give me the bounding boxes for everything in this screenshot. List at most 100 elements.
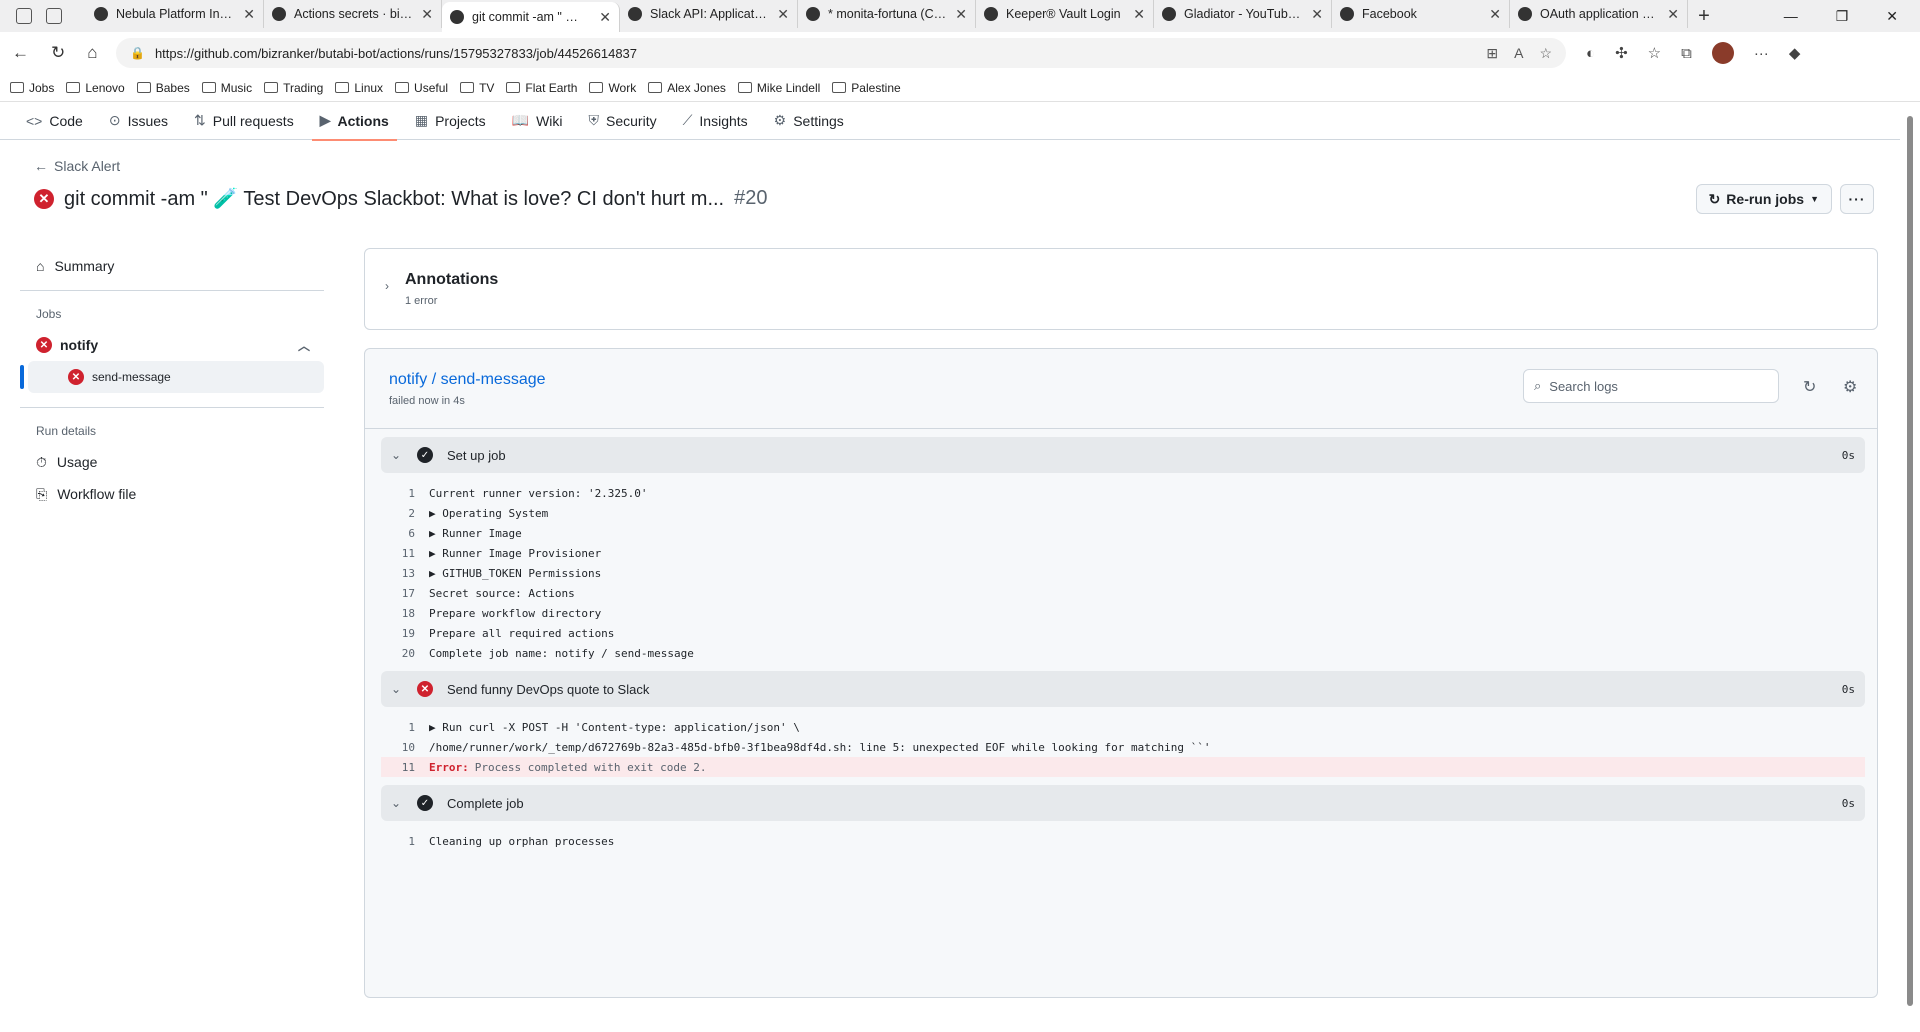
job-notify[interactable]: ✕ notify ︿ [20, 329, 324, 361]
chevron-down-icon[interactable]: ⌄ [391, 796, 403, 810]
browser-tab[interactable]: Slack API: Applications ✕ [620, 0, 798, 28]
more-actions-button[interactable]: ··· [1840, 184, 1874, 214]
line-number[interactable]: 19 [381, 627, 429, 640]
bookmark-folder[interactable]: Babes [136, 81, 190, 95]
line-number[interactable]: 10 [381, 741, 429, 754]
url-field[interactable]: 🔒 https://github.com/bizranker/butabi-bo… [116, 38, 1566, 68]
browser-tab[interactable]: Actions secrets · bizran ✕ [264, 0, 442, 28]
repo-tab-pull-requests[interactable]: ⇅ Pull requests [194, 102, 294, 140]
close-tab-icon[interactable]: ✕ [955, 6, 967, 23]
chevron-up-icon[interactable]: ︿ [298, 337, 310, 354]
repo-tab-security[interactable]: ⛨ Security [589, 102, 657, 140]
line-number[interactable]: 6 [381, 527, 429, 540]
workflow-file-link[interactable]: ⎘ Workflow file [20, 478, 324, 510]
rerun-jobs-button[interactable]: ↻ Re-run jobs ▼ [1695, 184, 1832, 214]
repo-tab-actions[interactable]: ▶ Actions [311, 102, 397, 141]
bookmark-folder[interactable]: Flat Earth [506, 81, 577, 95]
gear-icon[interactable]: ⚙ [1843, 377, 1857, 397]
line-number[interactable]: 20 [381, 647, 429, 660]
line-number[interactable]: 1 [381, 721, 429, 734]
browser-tab[interactable]: git commit -am " 🧪 T ✕ [442, 2, 620, 32]
tab-actions-icon[interactable] [46, 8, 62, 24]
log-step-header[interactable]: ⌄ ✓ Set up job 0s [381, 437, 1865, 473]
browser-tab[interactable]: Facebook ✕ [1332, 0, 1510, 28]
repo-tab-insights[interactable]: ⟋ Insights [683, 102, 748, 140]
usage-link[interactable]: ⏱ Usage [20, 446, 324, 478]
bookmark-folder[interactable]: Lenovo [66, 81, 125, 95]
workspaces-icon[interactable] [16, 8, 32, 24]
read-aloud-icon[interactable]: A [1514, 45, 1523, 62]
chevron-right-icon[interactable]: › [385, 279, 389, 293]
folder-icon [335, 82, 350, 93]
close-tab-icon[interactable]: ✕ [1667, 6, 1679, 23]
repo-tab-projects[interactable]: ▦ Projects [415, 102, 486, 140]
favorite-star-icon[interactable]: ☆ [1539, 45, 1552, 62]
back-icon[interactable]: ← [12, 43, 29, 63]
back-to-workflow-link[interactable]: ← Slack Alert [34, 158, 120, 174]
log-step-header[interactable]: ⌄ ✕ Send funny DevOps quote to Slack 0s [381, 671, 1865, 707]
line-number[interactable]: 13 [381, 567, 429, 580]
refresh-icon[interactable]: ↻ [51, 43, 65, 63]
arrow-left-icon: ← [34, 158, 48, 174]
line-number[interactable]: 11 [381, 547, 429, 560]
bookmark-folder[interactable]: Alex Jones [648, 81, 726, 95]
close-tab-icon[interactable]: ✕ [599, 9, 611, 26]
chevron-down-icon[interactable]: ⌄ [391, 448, 403, 462]
browser-tab[interactable]: * monita-fortuna (Cha ✕ [798, 0, 976, 28]
bookmark-folder[interactable]: TV [460, 81, 494, 95]
favorites-icon[interactable]: ☆ [1648, 44, 1661, 62]
restore-icon[interactable]: ❐ [1836, 8, 1849, 25]
repo-tab-wiki[interactable]: 📖 Wiki [512, 102, 563, 140]
browser-tab[interactable]: Keeper® Vault Login ✕ [976, 0, 1154, 28]
bookmark-folder[interactable]: Work [589, 81, 636, 95]
close-tab-icon[interactable]: ✕ [243, 6, 255, 23]
annotations-panel[interactable]: › Annotations 1 error [364, 248, 1878, 330]
copilot-icon[interactable]: ◆ [1789, 44, 1801, 62]
line-number[interactable]: 2 [381, 507, 429, 520]
more-menu-icon[interactable]: ··· [1754, 45, 1769, 62]
refresh-icon[interactable]: ↻ [1803, 377, 1816, 397]
repo-tab-issues[interactable]: ⊙ Issues [109, 102, 168, 140]
chevron-down-icon[interactable]: ⌄ [391, 682, 403, 696]
bookmark-folder[interactable]: Linux [335, 81, 383, 95]
log-step-header[interactable]: ⌄ ✓ Complete job 0s [381, 785, 1865, 821]
new-tab-button[interactable]: + [1688, 5, 1720, 28]
bookmark-folder[interactable]: Mike Lindell [737, 81, 820, 95]
profile-avatar[interactable] [1711, 42, 1734, 64]
folder-icon [264, 82, 279, 93]
extensions-puzzle-icon[interactable]: ✣ [1615, 44, 1628, 62]
close-tab-icon[interactable]: ✕ [1133, 6, 1145, 23]
bookmark-folder[interactable]: Trading [264, 81, 323, 95]
close-tab-icon[interactable]: ✕ [1311, 6, 1323, 23]
repo-tab-code[interactable]: <> Code [26, 102, 83, 140]
browser-tab[interactable]: Gladiator - YouTube T ✕ [1154, 0, 1332, 28]
bookmark-folder[interactable]: Music [201, 81, 252, 95]
browser-tab[interactable]: OAuth application aut ✕ [1510, 0, 1688, 28]
close-tab-icon[interactable]: ✕ [777, 6, 789, 23]
line-number[interactable]: 18 [381, 607, 429, 620]
app-available-icon[interactable]: ⊞ [1486, 45, 1498, 62]
close-tab-icon[interactable]: ✕ [421, 6, 433, 23]
summary-link[interactable]: ⌂ Summary [20, 250, 324, 282]
close-window-icon[interactable]: ✕ [1886, 8, 1898, 25]
bookmark-folder[interactable]: Palestine [832, 81, 901, 95]
line-number[interactable]: 1 [381, 487, 429, 500]
search-logs-input[interactable]: ⌕ Search logs [1523, 369, 1779, 403]
line-number[interactable]: 11 [381, 761, 429, 774]
scrollbar-thumb[interactable] [1907, 116, 1913, 1006]
repo-tab-settings[interactable]: ⚙ Settings [774, 102, 844, 140]
close-tab-icon[interactable]: ✕ [1489, 6, 1501, 23]
bookmark-folder[interactable]: Useful [395, 81, 448, 95]
minimize-icon[interactable]: — [1784, 8, 1798, 25]
extension-icon[interactable]: ◐ [1586, 45, 1595, 62]
page-scrollbar[interactable] [1904, 102, 1916, 1026]
job-log-title[interactable]: notify / send-message [389, 371, 546, 389]
job-send-message[interactable]: ✕ send-message [20, 361, 324, 393]
browser-tab[interactable]: Nebula Platform Intern ✕ [86, 0, 264, 28]
home-icon[interactable]: ⌂ [87, 43, 97, 63]
line-number[interactable]: 17 [381, 587, 429, 600]
bookmark-label: TV [479, 80, 495, 95]
bookmark-folder[interactable]: Jobs [10, 81, 54, 95]
collections-icon[interactable]: ⧉ [1681, 45, 1692, 62]
line-number[interactable]: 1 [381, 835, 429, 848]
